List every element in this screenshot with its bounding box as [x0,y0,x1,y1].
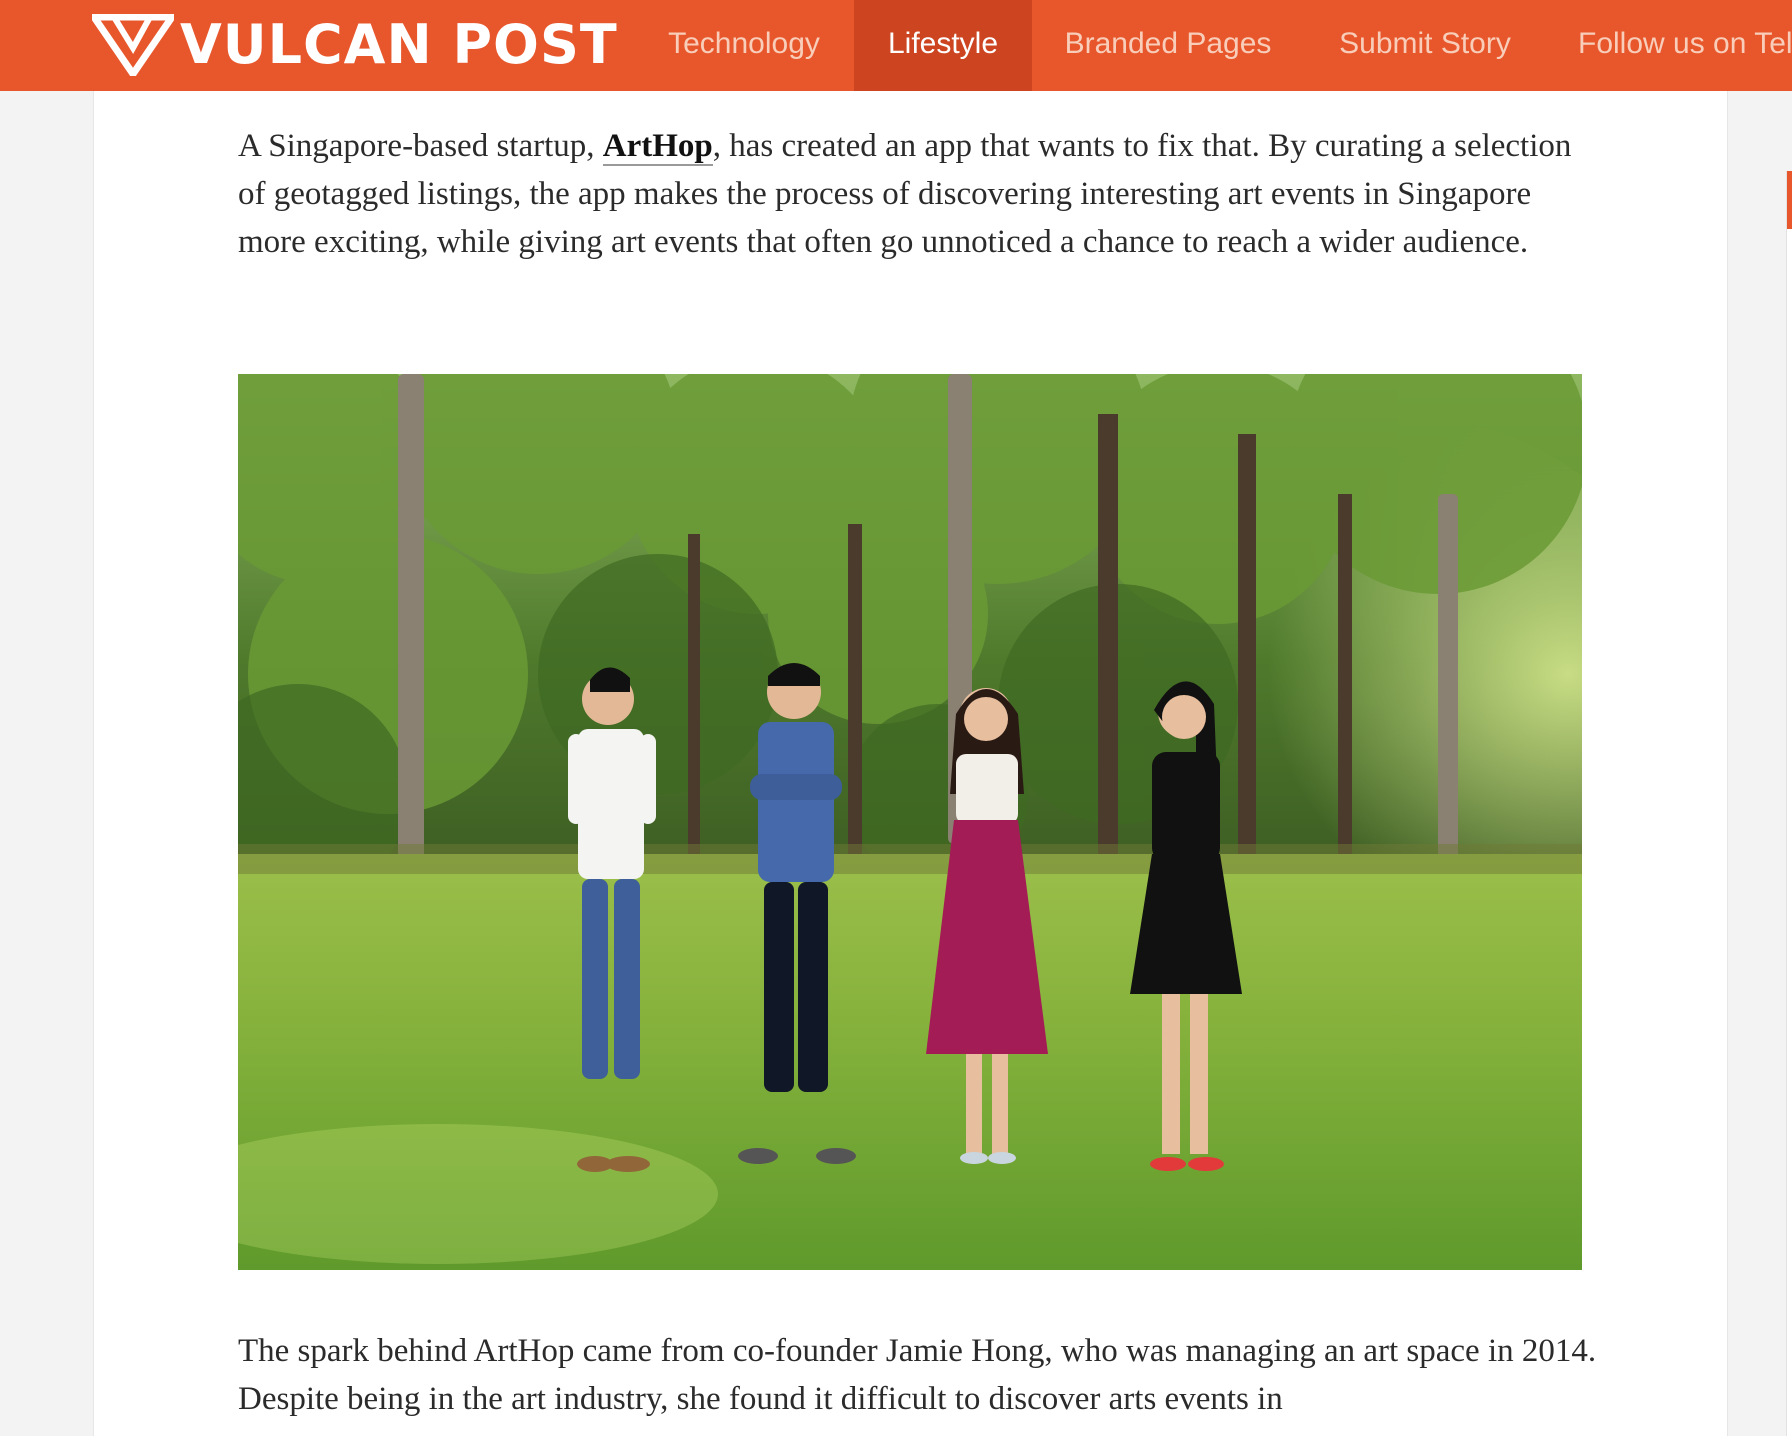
site-logo-text: VULCAN POST [180,13,618,76]
team-photo-icon [238,374,1582,1270]
article-paragraph: A Singapore-based startup, ArtHop, has c… [238,122,1598,266]
article-paragraph: The spark behind ArtHop came from co-fou… [238,1333,1597,1417]
top-nav-bar: VULCAN POST Technology Lifestyle Branded… [0,0,1792,91]
sidebar-accent [1787,171,1792,229]
nav-item-technology[interactable]: Technology [638,0,850,91]
nav-item-submit-story[interactable]: Submit Story [1304,0,1546,91]
nav-item-lifestyle[interactable]: Lifestyle [854,0,1032,91]
paragraph-text-before: A Singapore-based startup, [238,128,603,164]
article-body: A Singapore-based startup, ArtHop, has c… [93,91,1728,1436]
article-photo [238,374,1582,1270]
arthop-link[interactable]: ArtHop [602,128,713,166]
right-sidebar-edge [1786,171,1792,1436]
nav-item-branded-pages[interactable]: Branded Pages [1032,0,1304,91]
nav-item-follow-telegram[interactable]: Follow us on Tel [1562,0,1792,91]
site-logo[interactable]: VULCAN POST [92,12,618,78]
vulcan-logo-icon [92,14,174,76]
